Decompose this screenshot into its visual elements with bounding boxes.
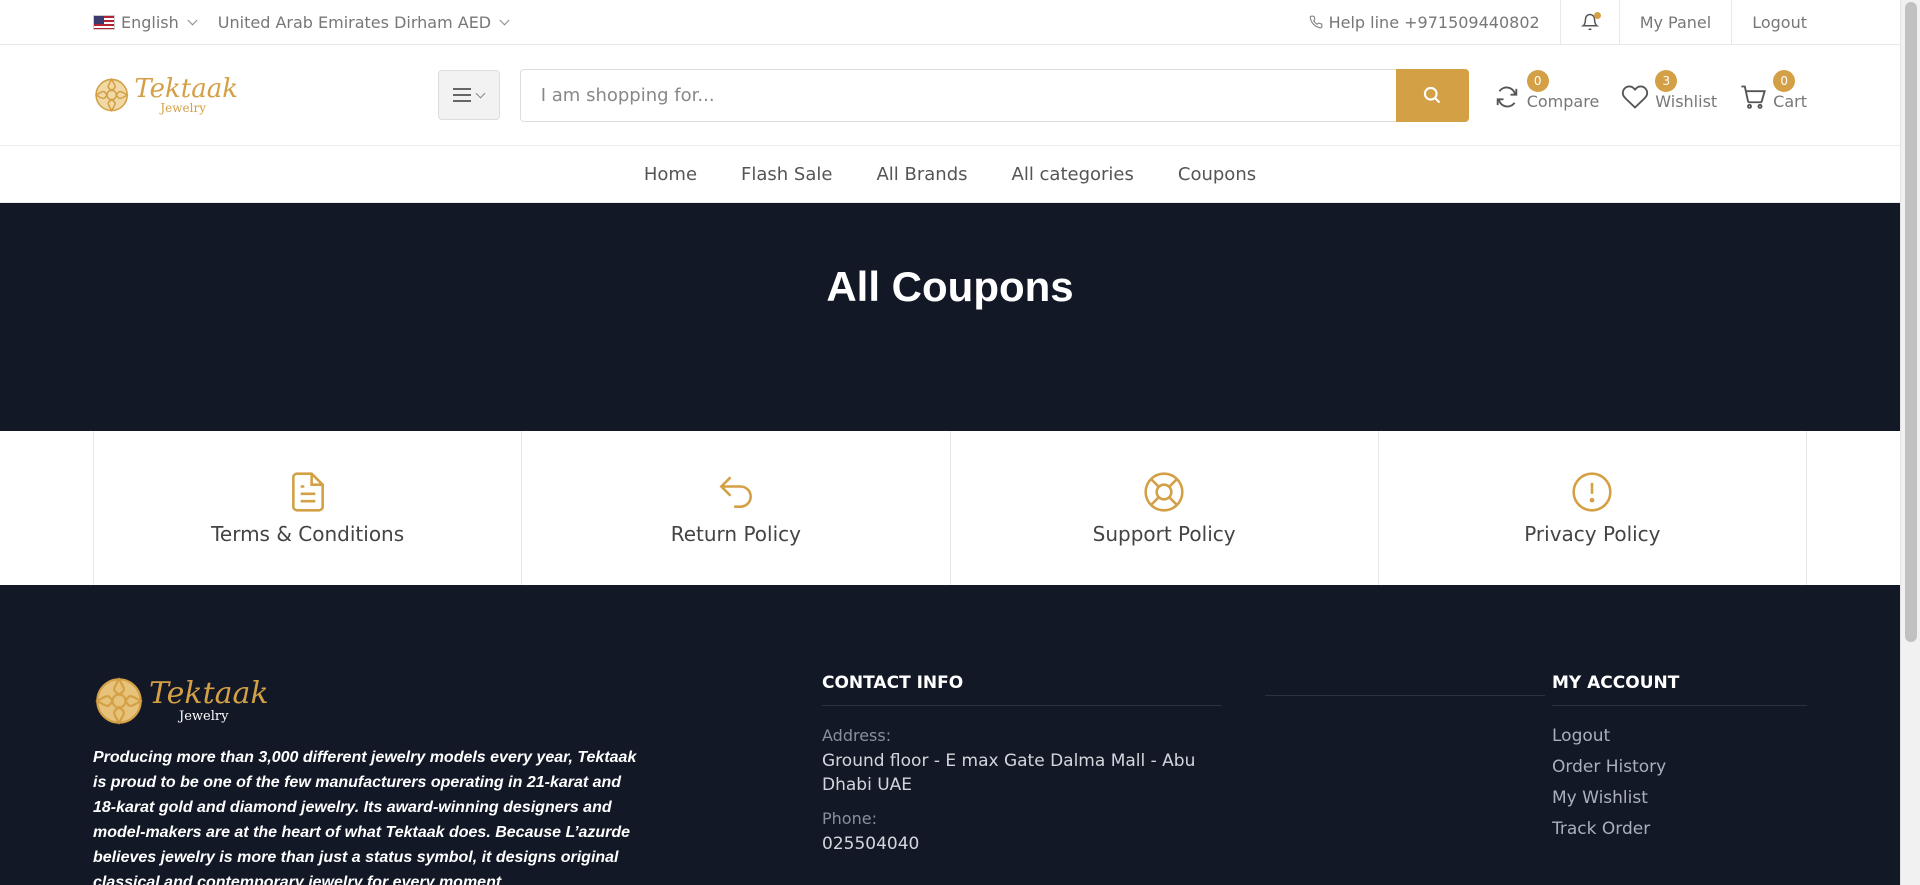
- heart-icon: [1622, 85, 1649, 109]
- policy-return[interactable]: Return Policy: [521, 431, 949, 585]
- top-bar: English United Arab Emirates Dirham AED …: [0, 0, 1900, 45]
- header: Tektaak Jewelry 0 Compare 3 Wishlist: [0, 45, 1900, 146]
- chevron-down-icon: [187, 15, 198, 25]
- notifications-button[interactable]: [1559, 0, 1619, 45]
- language-selector[interactable]: English: [93, 12, 198, 32]
- language-label: English: [121, 12, 179, 32]
- logo-flower-icon: [95, 677, 143, 725]
- page-title: All Coupons: [826, 263, 1074, 310]
- policy-terms-label: Terms & Conditions: [211, 522, 405, 546]
- lifebuoy-icon: [1144, 472, 1184, 512]
- policy-privacy[interactable]: Privacy Policy: [1377, 431, 1807, 585]
- currency-selector[interactable]: United Arab Emirates Dirham AED: [217, 12, 510, 32]
- account-title: MY ACCOUNT: [1552, 673, 1807, 706]
- phone-label: Phone:: [822, 809, 877, 828]
- footer-about-text: Producing more than 3,000 different jewe…: [93, 749, 637, 885]
- hamburger-icon: [453, 88, 472, 102]
- cart-icon: [1741, 85, 1767, 109]
- main-nav: Home Flash Sale All Brands All categorie…: [0, 146, 1900, 203]
- footer-logo-text: Tektaak: [149, 675, 269, 711]
- notification-dot: [1593, 12, 1601, 19]
- us-flag-icon: [93, 14, 115, 30]
- logo-flower-icon: [94, 77, 129, 113]
- page-scrollbar[interactable]: [1900, 0, 1920, 885]
- policy-return-label: Return Policy: [670, 522, 801, 546]
- reply-arrow-icon: [719, 476, 752, 508]
- search-button[interactable]: [1395, 68, 1469, 122]
- logout-link[interactable]: Logout: [1731, 0, 1807, 45]
- footer-account: MY ACCOUNT Logout Order History My Wishl…: [1552, 673, 1807, 850]
- chevron-down-icon: [499, 15, 510, 25]
- address-label: Address:: [822, 726, 892, 745]
- refresh-icon: [1496, 86, 1517, 107]
- contact-title: CONTACT INFO: [822, 673, 1222, 706]
- footer-logo-subtext: Jewelry: [179, 708, 229, 724]
- nav-item-all-brands[interactable]: All Brands: [876, 164, 967, 185]
- my-panel-link[interactable]: My Panel: [1618, 0, 1732, 45]
- site-logo[interactable]: Tektaak Jewelry: [93, 71, 238, 119]
- page-hero: All Coupons: [0, 203, 1900, 431]
- policy-support[interactable]: Support Policy: [949, 431, 1378, 585]
- cart-count-badge: 0: [1773, 69, 1796, 92]
- scrollbar-thumb[interactable]: [1905, 2, 1917, 642]
- policy-privacy-label: Privacy Policy: [1524, 522, 1661, 546]
- wishlist-button[interactable]: 3 Wishlist: [1621, 69, 1717, 111]
- nav-item-home[interactable]: Home: [644, 164, 697, 185]
- footer-divider: [1265, 695, 1545, 696]
- alert-circle-icon: [1572, 472, 1612, 512]
- search-icon: [1424, 86, 1441, 104]
- policy-support-label: Support Policy: [1092, 522, 1236, 546]
- nav-item-coupons[interactable]: Coupons: [1178, 164, 1256, 185]
- nav-item-flash-sale[interactable]: Flash Sale: [741, 164, 832, 185]
- account-link-track-order[interactable]: Track Order: [1552, 819, 1807, 839]
- phone-icon: [1309, 15, 1323, 29]
- nav-item-all-categories[interactable]: All categories: [1012, 164, 1134, 185]
- search-bar: [519, 68, 1469, 122]
- footer-contact: CONTACT INFO Address: Ground floor - E m…: [822, 673, 1222, 856]
- account-link-order-history[interactable]: Order History: [1552, 757, 1807, 777]
- helpline: Help line +971509440802: [1289, 0, 1560, 45]
- document-icon: [291, 472, 324, 512]
- page: English United Arab Emirates Dirham AED …: [0, 0, 1900, 885]
- footer-logo[interactable]: Tektaak Jewelry: [93, 675, 638, 727]
- chevron-down-icon: [475, 88, 486, 98]
- policy-terms[interactable]: Terms & Conditions: [93, 431, 521, 585]
- cart-button[interactable]: 0 Cart: [1739, 69, 1807, 111]
- account-link-logout[interactable]: Logout: [1552, 726, 1807, 746]
- compare-button[interactable]: 0 Compare: [1493, 69, 1599, 111]
- wishlist-count-badge: 3: [1655, 69, 1678, 92]
- account-link-wishlist[interactable]: My Wishlist: [1552, 788, 1807, 808]
- footer: Tektaak Jewelry Producing more than 3,00…: [0, 585, 1900, 885]
- categories-menu-button[interactable]: [438, 70, 500, 120]
- helpline-text: Help line +971509440802: [1328, 12, 1540, 32]
- policy-links: Terms & Conditions Return Policy Support…: [0, 431, 1900, 585]
- phone-value: 025504040: [822, 834, 920, 854]
- footer-about: Tektaak Jewelry Producing more than 3,00…: [93, 675, 638, 885]
- compare-count-badge: 0: [1526, 69, 1549, 92]
- search-input[interactable]: [519, 68, 1396, 122]
- currency-label: United Arab Emirates Dirham AED: [217, 12, 492, 32]
- logo-text: Tektaak: [134, 74, 238, 104]
- address-value: Ground floor - E max Gate Dalma Mall - A…: [822, 751, 1196, 795]
